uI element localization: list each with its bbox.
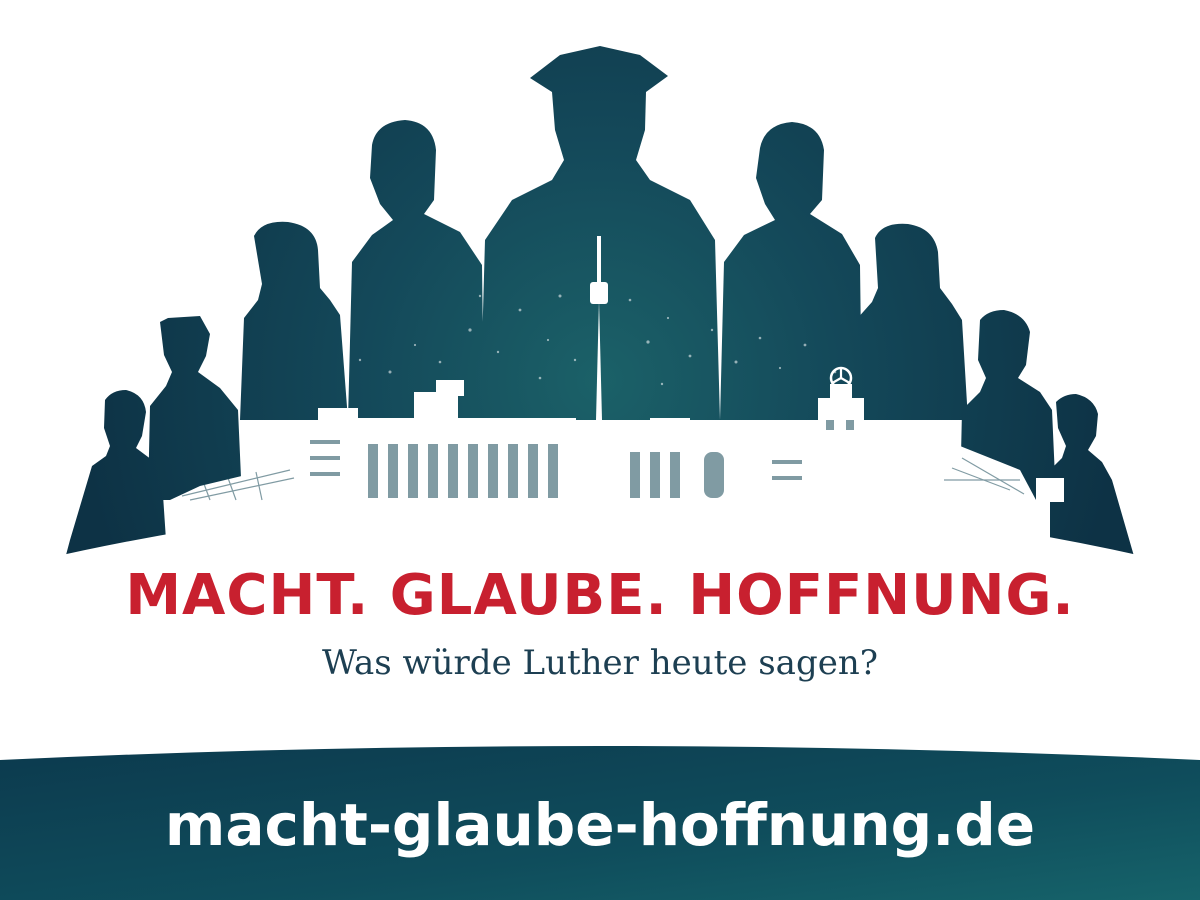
website-url[interactable]: macht-glaube-hoffnung.de xyxy=(0,788,1200,862)
headline: MACHT. GLAUBE. HOFFNUNG. xyxy=(125,563,1075,628)
skyline-illustration xyxy=(40,46,1160,600)
tagline: Was würde Luther heute sagen? xyxy=(322,643,878,683)
poster: MACHT. GLAUBE. HOFFNUNG. Was würde Luthe… xyxy=(0,0,1200,900)
